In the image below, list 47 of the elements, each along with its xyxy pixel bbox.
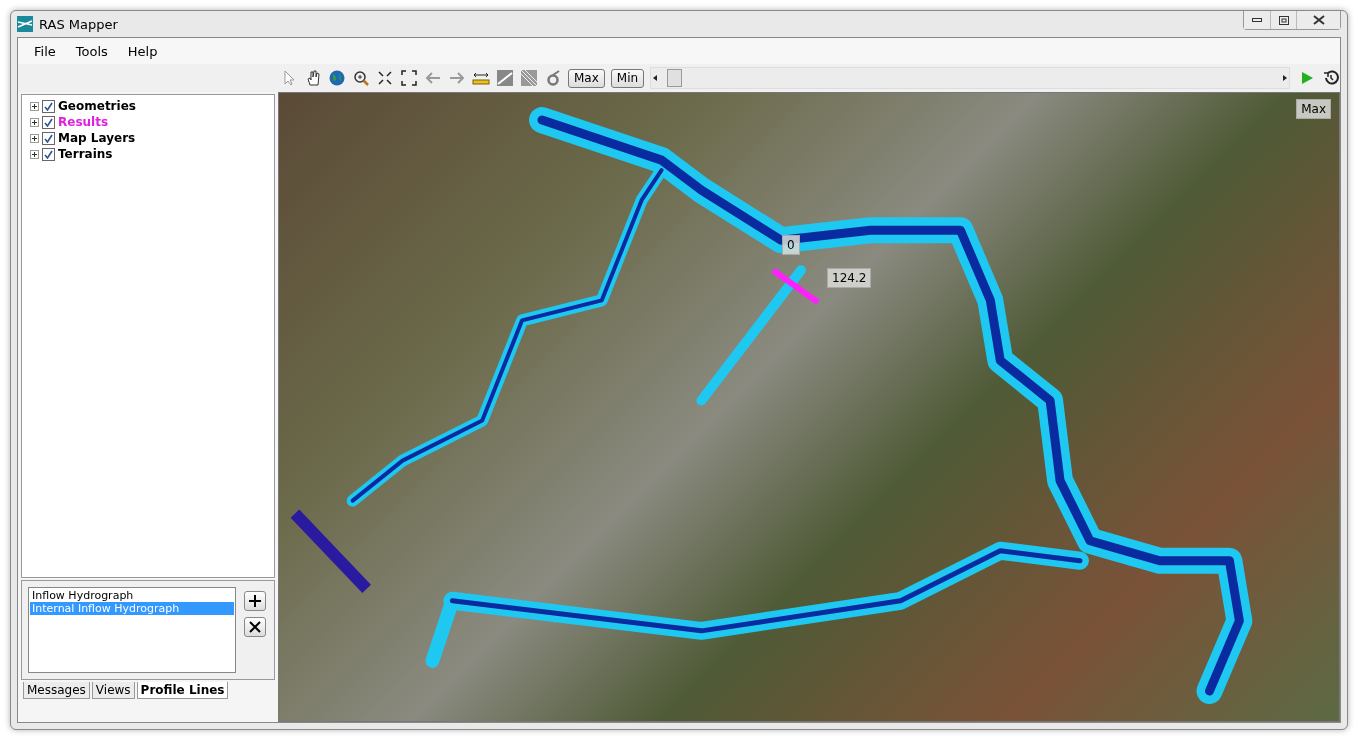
tab[interactable]: Profile Lines [136, 682, 229, 699]
plus-icon [248, 594, 262, 608]
maximize-icon [1278, 15, 1289, 25]
max-label: Max [1296, 99, 1331, 119]
toolbar-button[interactable]: Max [568, 68, 605, 88]
list-item[interactable]: Inflow Hydrograph [30, 589, 234, 602]
delete-button[interactable] [244, 617, 266, 637]
tree-item[interactable]: Geometries [58, 99, 136, 113]
menu-item[interactable]: File [26, 41, 64, 61]
close-button[interactable] [1296, 11, 1340, 29]
expand-icon[interactable] [30, 133, 39, 143]
tab[interactable]: Messages [23, 682, 90, 699]
profile-line-icon[interactable] [496, 69, 514, 87]
checkbox[interactable] [42, 99, 55, 113]
zoom-in-icon[interactable] [352, 69, 370, 87]
app-icon [17, 16, 33, 32]
tab[interactable]: Views [91, 682, 135, 699]
checkbox[interactable] [42, 147, 55, 161]
tree-item[interactable]: Terrains [58, 147, 113, 161]
minimize-button[interactable] [1244, 11, 1270, 29]
add-button[interactable] [244, 591, 266, 611]
expand-icon[interactable] [400, 69, 418, 87]
toolbar-button[interactable]: Min [610, 68, 645, 88]
history-icon[interactable] [1322, 69, 1340, 87]
expand-icon[interactable] [30, 149, 39, 159]
expand-icon[interactable] [30, 117, 39, 127]
time-scrollbar[interactable] [650, 67, 1290, 89]
checkbox[interactable] [42, 115, 55, 129]
expand-icon[interactable] [30, 101, 39, 111]
window-title: RAS Mapper [39, 16, 119, 32]
minimize-icon [1252, 18, 1262, 22]
menu-item[interactable]: Help [119, 41, 166, 61]
gear-arrow-icon[interactable] [544, 69, 562, 87]
scroll-thumb[interactable] [667, 69, 683, 87]
shrink-icon[interactable] [376, 69, 394, 87]
terrain-map[interactable]: Max 0 124.2 [278, 92, 1340, 722]
hand-icon[interactable] [304, 69, 322, 87]
checkbox[interactable] [42, 131, 55, 145]
close-icon [1312, 15, 1325, 25]
profile-station-label: 0 [782, 235, 800, 255]
tree-item[interactable]: Map Layers [58, 131, 136, 145]
tree-item[interactable]: Results [58, 115, 109, 129]
x-icon [248, 620, 262, 634]
globe-icon[interactable] [328, 69, 346, 87]
profile-station-label: 124.2 [827, 268, 872, 288]
maximize-button[interactable] [1270, 11, 1296, 29]
menu-item[interactable]: Tools [67, 41, 116, 61]
